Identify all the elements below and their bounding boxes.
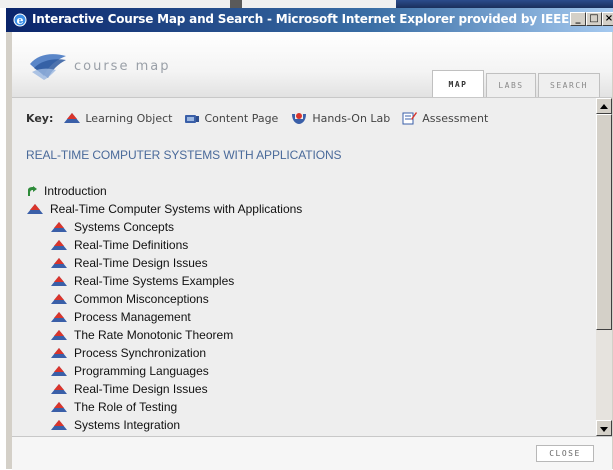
learning-object-icon xyxy=(51,240,67,250)
internet-explorer-icon: e xyxy=(13,13,27,27)
key-item-content-page: Content Page xyxy=(184,112,278,125)
svg-text:e: e xyxy=(17,14,24,27)
scroll-up-button[interactable] xyxy=(596,98,612,114)
course-map-scroll-area[interactable]: Key: Learning Object Content Page Hands-… xyxy=(12,98,612,436)
tree-item-lesson[interactable]: Process Synchronization xyxy=(50,344,206,362)
tree-item-module[interactable]: Real-Time Computer Systems with Applicat… xyxy=(26,200,302,218)
tree-item-label: Introduction xyxy=(44,184,107,198)
background-divider xyxy=(230,0,242,8)
tab-search[interactable]: SEARCH xyxy=(538,73,600,97)
course-map-header: course map MAP LABS SEARCH xyxy=(12,32,612,98)
tree-item-label: Process Synchronization xyxy=(74,346,207,360)
tree-item-lesson[interactable]: Common Misconceptions xyxy=(50,290,209,308)
close-window-button[interactable]: × xyxy=(602,12,613,26)
key-item-assessment: Assessment xyxy=(402,111,488,125)
tab-map[interactable]: MAP xyxy=(432,70,484,97)
hands-on-lab-icon xyxy=(292,113,307,124)
background-window-edge xyxy=(396,0,613,8)
tree-item-label: Real-Time Design Issues xyxy=(74,382,208,396)
learning-object-icon xyxy=(51,276,67,286)
tree-item-lesson[interactable]: Systems Concepts xyxy=(50,218,174,236)
tree-item-label: Programming Languages xyxy=(74,364,209,378)
title-bar[interactable]: e Interactive Course Map and Search - Mi… xyxy=(6,8,613,32)
vertical-scrollbar[interactable] xyxy=(596,98,612,436)
tree-item-label: Systems Concepts xyxy=(74,220,175,234)
tree-item-lesson[interactable]: Real-Time Definitions xyxy=(50,236,188,254)
learning-object-icon xyxy=(51,312,67,322)
content-page-icon xyxy=(185,115,200,123)
key-label: Key: xyxy=(26,111,54,125)
minimize-button[interactable]: _ xyxy=(570,12,586,26)
scroll-down-button[interactable] xyxy=(596,420,612,436)
footer-bar: CLOSE xyxy=(12,436,612,470)
key-item-label: Content Page xyxy=(204,111,279,125)
maximize-button[interactable]: □ xyxy=(586,12,602,26)
learning-object-icon xyxy=(51,330,67,340)
tree-item-label: Real-Time Definitions xyxy=(74,238,189,252)
tree-item-lesson[interactable]: The Role of Testing xyxy=(50,398,177,416)
tree-item-lesson[interactable]: Real-Time Systems Examples xyxy=(50,272,234,290)
learning-object-icon xyxy=(51,366,67,376)
scrollbar-thumb[interactable] xyxy=(596,114,612,330)
learning-object-icon xyxy=(51,348,67,358)
arrow-down-icon xyxy=(600,427,608,432)
learning-object-icon xyxy=(51,384,67,394)
tree-item-label: Real-Time Design Issues xyxy=(74,256,208,270)
key-item-label: Hands-On Lab xyxy=(312,111,391,125)
tree-item-label: The Rate Monotonic Theorem xyxy=(74,328,234,342)
tree-item-label: The Role of Testing xyxy=(74,400,178,414)
tree-item-lesson[interactable]: Process Management xyxy=(50,308,191,326)
legend-key: Key: Learning Object Content Page Hands-… xyxy=(26,110,500,126)
tree-item-label: Process Management xyxy=(74,310,191,324)
course-map-logo-text: course map xyxy=(74,59,171,74)
tree-item-label: Systems Integration xyxy=(74,418,181,432)
course-title: REAL-TIME COMPUTER SYSTEMS WITH APPLICAT… xyxy=(26,148,342,162)
browser-window: e Interactive Course Map and Search - Mi… xyxy=(5,8,613,470)
tab-labs[interactable]: LABS xyxy=(486,73,536,97)
close-button[interactable]: CLOSE xyxy=(536,445,594,462)
page-content: course map MAP LABS SEARCH Key: Learning… xyxy=(12,32,612,470)
background-strip xyxy=(0,0,613,8)
tree-item-label: Common Misconceptions xyxy=(74,292,209,306)
assessment-icon xyxy=(402,112,418,125)
tree-item-lesson[interactable]: Programming Languages xyxy=(50,362,209,380)
learning-object-icon xyxy=(51,402,67,412)
learning-object-icon xyxy=(51,258,67,268)
key-item-learning-object: Learning Object xyxy=(63,112,172,125)
arrow-up-icon xyxy=(600,104,608,109)
learning-object-icon xyxy=(51,294,67,304)
tree-item-lesson[interactable]: Systems Integration xyxy=(50,416,180,434)
window-title: Interactive Course Map and Search - Micr… xyxy=(32,12,570,26)
learning-object-icon xyxy=(51,222,67,232)
tree-item-label: Real-Time Computer Systems with Applicat… xyxy=(50,202,303,216)
tree-item-lesson[interactable]: The Rate Monotonic Theorem xyxy=(50,326,233,344)
key-item-label: Assessment xyxy=(422,111,489,125)
course-map-logo-icon xyxy=(30,54,66,80)
key-item-label: Learning Object xyxy=(85,111,173,125)
learning-object-icon xyxy=(64,113,81,123)
key-item-hands-on-lab: Hands-On Lab xyxy=(290,111,390,125)
tree-item-label: Real-Time Systems Examples xyxy=(74,274,235,288)
tree-item-lesson[interactable]: Real-Time Design Issues xyxy=(50,380,208,398)
tree-item-introduction[interactable]: Introduction xyxy=(26,182,107,200)
tab-bar: MAP LABS SEARCH xyxy=(432,70,602,97)
learning-object-icon xyxy=(51,420,67,430)
tree-item-lesson[interactable]: Real-Time Design Issues xyxy=(50,254,208,272)
introduction-icon xyxy=(28,186,37,196)
learning-object-icon xyxy=(27,204,43,214)
